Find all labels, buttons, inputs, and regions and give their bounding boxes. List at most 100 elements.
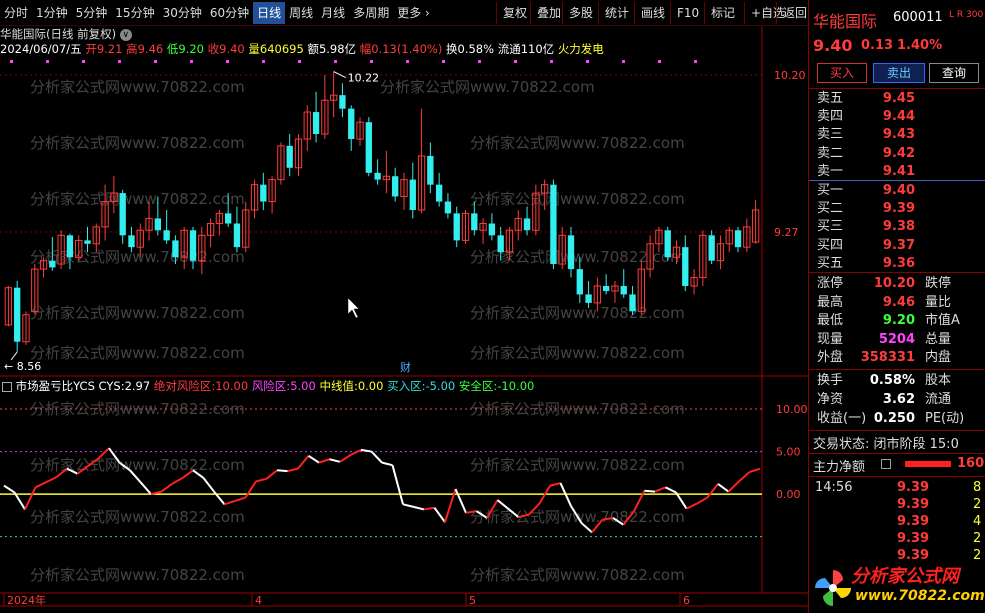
bid-row-0-label: 买一 xyxy=(817,183,844,198)
bid-row-0-value: 9.40 xyxy=(882,183,915,198)
cys-line-segment xyxy=(287,467,299,473)
event-marker xyxy=(190,60,193,63)
ask-row-2-value: 9.43 xyxy=(882,127,915,143)
candle-body-down xyxy=(471,213,478,231)
cys-line-segment xyxy=(360,448,372,453)
candle-body-up xyxy=(294,138,303,169)
period-tab-7[interactable]: 周线 xyxy=(285,2,317,24)
tick-price: 9.39 xyxy=(897,514,930,529)
toolbar-button-5[interactable]: F10 xyxy=(670,2,705,24)
candle-body-down xyxy=(550,184,557,265)
candle-body-up xyxy=(321,99,329,135)
cys-line-segment xyxy=(717,483,730,493)
period-tab-1[interactable]: 1分钟 xyxy=(32,2,72,24)
toolbar-button-0[interactable]: 复权 xyxy=(496,2,533,24)
event-marker xyxy=(298,60,301,63)
min-price-label: ← 8.56 xyxy=(4,360,41,373)
cys-line-segment xyxy=(181,469,194,479)
cys-line-segment xyxy=(549,482,561,487)
bid-row-3: 买四 9.37 xyxy=(813,237,985,255)
cys-line-segment xyxy=(475,510,488,519)
stat2-row-2-label: 收益(一) xyxy=(817,411,867,426)
toolbar-button-2[interactable]: 多股 xyxy=(562,2,599,24)
toolbar-button-3[interactable]: 统计 xyxy=(598,2,635,24)
candle-body-down xyxy=(260,184,267,202)
candle-body-up xyxy=(558,234,566,265)
turnover-value: 0.58% xyxy=(457,42,495,56)
cys-line-segment xyxy=(518,513,530,519)
toolbar-button-8[interactable]: 返回 xyxy=(776,2,813,24)
sell-button[interactable]: 卖出 xyxy=(873,63,925,83)
candle-body-up xyxy=(725,229,733,245)
period-tab-4[interactable]: 30分钟 xyxy=(159,2,206,24)
query-button[interactable]: 查询 xyxy=(929,63,979,83)
max-price-label: 10.22 xyxy=(348,72,380,85)
period-tab-10[interactable]: 更多 › xyxy=(393,2,434,24)
candle-body-up xyxy=(22,314,30,343)
event-marker xyxy=(694,60,697,63)
cys-line-segment xyxy=(538,485,551,504)
buy-button[interactable]: 买入 xyxy=(817,63,867,83)
cys-line-segment xyxy=(454,488,467,514)
period-tab-9[interactable]: 多周期 xyxy=(349,2,393,24)
time-axis-label: 5 xyxy=(469,594,476,607)
stat-row-3-label: 现量 xyxy=(817,331,844,347)
period-tab-3[interactable]: 15分钟 xyxy=(111,2,158,24)
cys-label: CYS: xyxy=(98,379,125,393)
toolbar-button-4[interactable]: 画线 xyxy=(634,2,671,24)
amp-label: 幅 xyxy=(359,42,372,56)
candle-body-down xyxy=(488,223,496,236)
candle-body-down xyxy=(444,201,452,214)
cys-line-segment xyxy=(255,477,267,483)
cys-line-segment xyxy=(496,499,509,510)
candle-body-down xyxy=(629,294,636,312)
cys-line-segment xyxy=(350,448,362,456)
close-value: 9.40 xyxy=(219,42,245,56)
bid-row-4: 买五 9.36 xyxy=(813,255,985,273)
tick-volume: 2 xyxy=(973,497,982,512)
current-price: 9.40 xyxy=(813,36,853,55)
indicator-menu-icon[interactable] xyxy=(2,381,12,392)
toolbar-button-6[interactable]: 标记 xyxy=(704,2,741,24)
cys-line-segment xyxy=(570,505,583,524)
stat-row-1-value: 9.46 xyxy=(882,294,915,310)
candle-body-down xyxy=(154,218,162,231)
cys-line-segment xyxy=(654,486,666,493)
cys-line-segment xyxy=(276,469,288,473)
cys-line-segment xyxy=(224,499,236,506)
candle-body-up xyxy=(540,184,549,194)
watermark-text: 分析家公式网www.70822.com xyxy=(470,508,685,526)
candle-body-down xyxy=(365,122,372,173)
ask-row-0-label: 卖五 xyxy=(817,91,844,106)
stat-row-4-value: 358331 xyxy=(860,350,915,366)
watermark-text: 分析家公式网www.70822.com xyxy=(470,400,685,418)
event-marker xyxy=(514,60,517,63)
period-tab-6[interactable]: 日线 xyxy=(253,1,286,24)
watermark-text: 分析家公式网www.70822.com xyxy=(30,508,245,526)
cys-line-segment xyxy=(150,490,162,496)
cys-line-segment xyxy=(686,502,698,510)
watermark-text: 分析家公式网www.70822.com xyxy=(30,190,245,208)
period-tab-2[interactable]: 5分钟 xyxy=(72,2,112,24)
chevron-down-icon[interactable]: ∨ xyxy=(119,28,132,41)
period-tab-0[interactable]: 分时 xyxy=(0,2,32,24)
cys-line-segment xyxy=(580,522,593,534)
candle-body-down xyxy=(602,286,610,292)
high-value: 9.46 xyxy=(137,42,164,56)
cys-line-segment xyxy=(391,464,404,505)
cys-line-segment xyxy=(139,481,152,495)
period-tab-5[interactable]: 60分钟 xyxy=(206,2,253,24)
buy-label: 买入区: xyxy=(387,379,426,393)
candle-body-up xyxy=(461,212,470,241)
list-icon[interactable] xyxy=(881,459,891,469)
event-marker xyxy=(622,60,625,63)
stat-row-0-label2: 跌停 xyxy=(925,276,952,291)
period-tab-8[interactable]: 月线 xyxy=(317,2,349,24)
concept-tag[interactable]: 火力发电 xyxy=(558,42,604,56)
event-marker xyxy=(334,60,337,63)
main-flow-value: 160 xyxy=(957,456,985,471)
stat-row-3-value: 5204 xyxy=(878,331,915,347)
kline-chart[interactable]: 分析家公式网www.70822.com 分析家公式网www.70822.com 分析… xyxy=(0,0,808,613)
candle-body-up xyxy=(101,201,109,228)
cys-line-segment xyxy=(727,480,740,493)
